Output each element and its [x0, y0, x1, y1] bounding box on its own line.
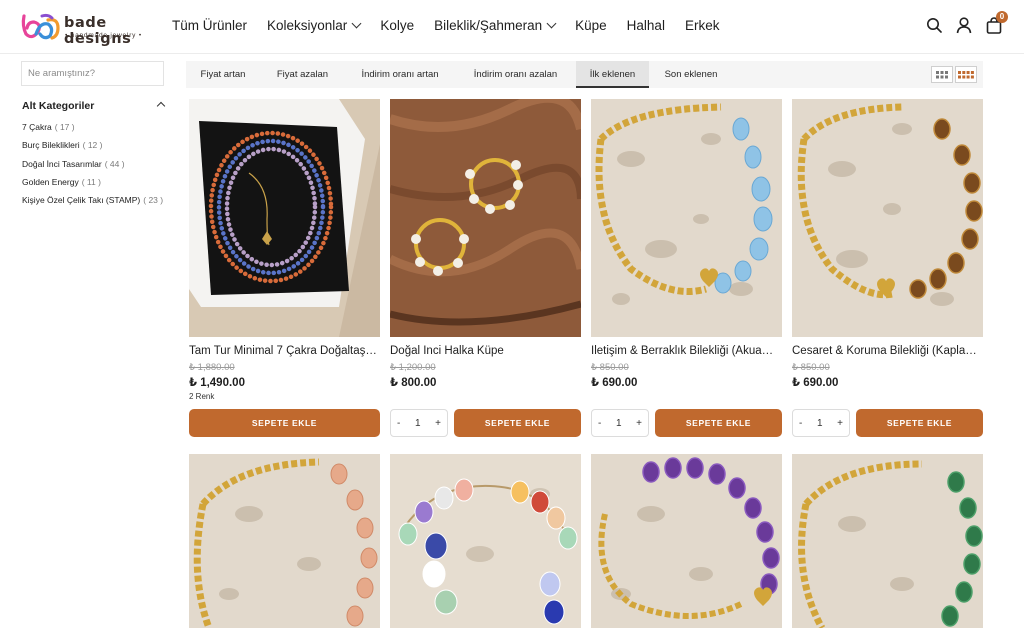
subcategory-item[interactable]: 7 Çakra( 17 ) — [22, 122, 182, 140]
subcategories-heading-label: Alt Kategoriler — [22, 100, 95, 112]
product-name[interactable]: Tam Tur Minimal 7 Çakra Doğaltaş Kolye — [189, 345, 380, 357]
sort-tab-discount-desc[interactable]: İndirim oranı azalan — [458, 61, 573, 88]
grid-4-icon[interactable] — [955, 66, 977, 83]
subcategory-item[interactable]: Kişiye Özel Çelik Takı (STAMP)( 23 ) — [22, 195, 182, 213]
product-price: ₺ 800.00 — [390, 377, 437, 389]
quantity-value[interactable]: 1 — [817, 418, 823, 429]
product-name[interactable]: Doğal İnci Halka Küpe — [390, 345, 581, 357]
product-old-price: ₺ 850.00 — [591, 362, 629, 373]
product-image[interactable] — [390, 454, 581, 628]
nav-item-label: Koleksiyonlar — [267, 18, 348, 33]
subcategory-item[interactable]: Burç Bileklikleri( 12 ) — [22, 140, 182, 158]
sort-tab-first-added[interactable]: İlk eklenen — [576, 61, 649, 88]
product-image[interactable] — [189, 99, 380, 337]
nav-item-label: Erkek — [684, 18, 720, 33]
user-icon[interactable] — [956, 15, 972, 35]
main-nav: Tüm Ürünler Koleksiyonlar Kolye Bileklik… — [172, 18, 739, 33]
add-to-cart-button[interactable]: SEPETE EKLE — [189, 409, 380, 437]
add-to-cart-button[interactable]: SEPETE EKLE — [454, 409, 581, 437]
view-toggle — [931, 66, 977, 83]
subcategory-label: Doğal İnci Tasarımlar — [22, 158, 102, 169]
product-old-price: ₺ 850.00 — [792, 362, 830, 373]
cart-count-badge: 0 — [996, 11, 1008, 23]
subcategory-count: ( 44 ) — [104, 158, 125, 169]
nav-item-earrings[interactable]: Küpe — [575, 18, 607, 33]
product-price: ₺ 690.00 — [591, 377, 638, 389]
quantity-stepper: - 1 + — [591, 409, 649, 437]
quantity-decrement-button[interactable]: - — [397, 418, 400, 429]
chevron-down-icon — [351, 18, 362, 29]
product-price: ₺ 1,490.00 — [189, 377, 245, 389]
subcategory-label: Golden Energy — [22, 176, 79, 187]
search-icon[interactable] — [926, 15, 942, 35]
subcategory-count: ( 17 ) — [54, 122, 75, 132]
nav-item-all-products[interactable]: Tüm Ürünler — [172, 18, 247, 33]
quantity-increment-button[interactable]: + — [636, 418, 642, 429]
product-old-price: ₺ 1,880.00 — [189, 362, 235, 373]
subcategory-label: Kişiye Özel Çelik Takı (STAMP) — [22, 195, 141, 206]
add-to-cart-button[interactable]: SEPETE EKLE — [856, 409, 983, 437]
quantity-stepper: - 1 + — [390, 409, 448, 437]
quantity-stepper: - 1 + — [792, 409, 850, 437]
sidebar-search-input[interactable] — [21, 61, 164, 86]
quantity-increment-button[interactable]: + — [837, 418, 843, 429]
subcategories-heading[interactable]: Alt Kategoriler — [22, 100, 166, 112]
quantity-increment-button[interactable]: + — [435, 418, 441, 429]
product-image[interactable] — [189, 454, 380, 628]
add-to-cart-button[interactable]: SEPETE EKLE — [655, 409, 782, 437]
nav-item-label: Halhal — [626, 18, 665, 33]
sort-tab-price-desc[interactable]: Fiyat azalan — [263, 61, 342, 88]
nav-item-label: Küpe — [575, 18, 607, 33]
sort-tab-discount-asc[interactable]: İndirim oranı artan — [345, 61, 455, 88]
product-image[interactable] — [591, 99, 782, 337]
subcategory-count: ( 11 ) — [81, 176, 101, 187]
quantity-value[interactable]: 1 — [415, 418, 421, 429]
nav-item-label: Kolye — [380, 18, 415, 33]
subcategory-list: 7 Çakra( 17 ) Burç Bileklikleri( 12 ) Do… — [22, 122, 182, 213]
quantity-value[interactable]: 1 — [616, 418, 622, 429]
subcategory-item[interactable]: Golden Energy( 11 ) — [22, 177, 182, 195]
nav-item-label: Bileklik/Şahmeran — [434, 18, 543, 33]
product-image[interactable] — [792, 99, 983, 337]
nav-item-necklace[interactable]: Kolye — [380, 18, 414, 33]
quantity-decrement-button[interactable]: - — [799, 418, 802, 429]
grid-3-icon[interactable] — [931, 66, 953, 83]
product-name[interactable]: İletişim & Berraklık Bilekliği (Akuamari… — [591, 345, 782, 357]
sort-tab-last-added[interactable]: Son eklenen — [652, 61, 730, 88]
subcategory-label: 7 Çakra — [22, 122, 52, 132]
subcategory-item[interactable]: Doğal İnci Tasarımlar( 44 ) — [22, 159, 182, 177]
logo-mark-icon — [21, 13, 60, 40]
product-image[interactable] — [591, 454, 782, 628]
product-price: ₺ 690.00 — [792, 377, 839, 389]
sort-bar: Fiyat artan Fiyat azalan İndirim oranı a… — [186, 61, 983, 88]
nav-item-label: Tüm Ürünler — [172, 18, 248, 33]
subcategory-label: Burç Bileklikleri — [22, 140, 80, 151]
product-variant-count: 2 Renk — [189, 392, 215, 401]
nav-item-anklet[interactable]: Halhal — [627, 18, 665, 33]
sort-tab-price-asc[interactable]: Fiyat artan — [186, 61, 260, 88]
brand-name: bade designs — [64, 15, 132, 47]
brand-logo[interactable]: bade designs • handmade jewelry • — [18, 12, 158, 47]
header-actions: 0 — [926, 11, 1008, 35]
nav-item-bracelet[interactable]: Bileklik/Şahmeran — [434, 18, 557, 33]
chevron-up-icon — [156, 101, 166, 111]
cart-icon[interactable]: 0 — [986, 11, 1008, 35]
subcategory-count: ( 23 ) — [143, 195, 164, 206]
subcategory-count: ( 12 ) — [82, 140, 103, 151]
product-old-price: ₺ 1,200.00 — [390, 362, 436, 373]
nav-item-men[interactable]: Erkek — [685, 18, 720, 33]
brand-tagline: • handmade jewelry • — [65, 32, 142, 39]
site-header: bade designs • handmade jewelry • Tüm Ür… — [0, 0, 1024, 54]
product-image[interactable] — [792, 454, 983, 628]
product-name[interactable]: Cesaret & Koruma Bilekliği (Kaplan Gözü) — [792, 345, 983, 357]
quantity-decrement-button[interactable]: - — [598, 418, 601, 429]
product-image[interactable] — [390, 99, 581, 337]
nav-item-collections[interactable]: Koleksiyonlar — [267, 18, 362, 33]
chevron-down-icon — [546, 18, 557, 29]
